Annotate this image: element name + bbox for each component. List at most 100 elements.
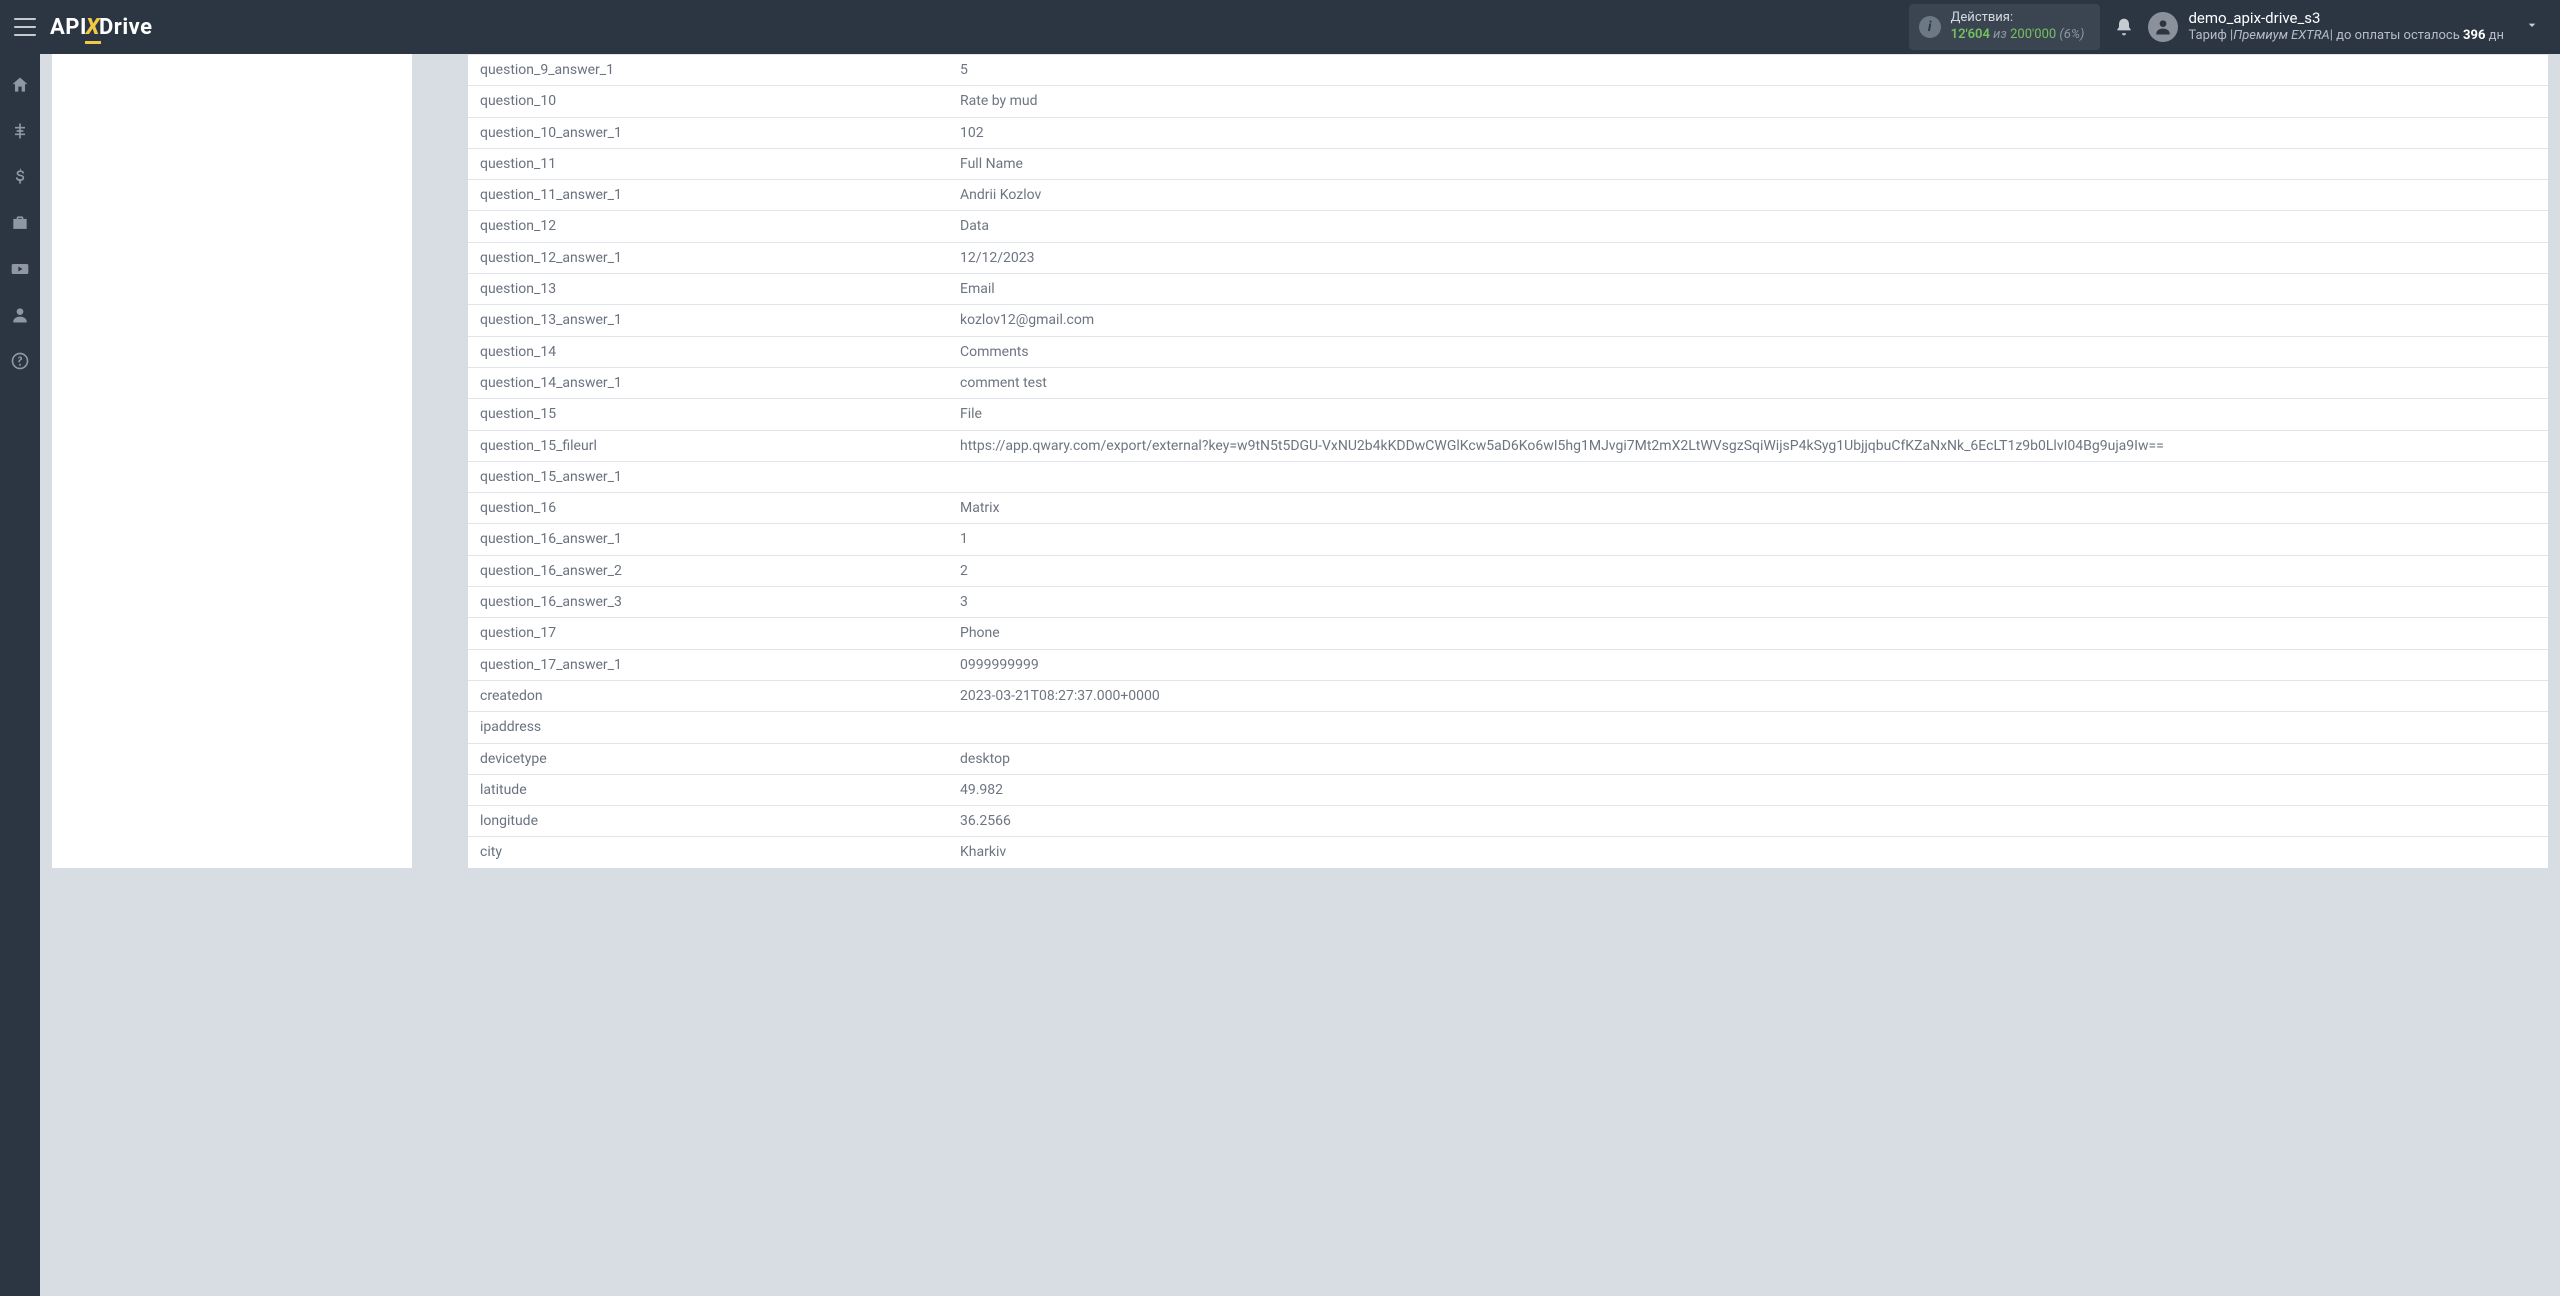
table-row: cityKharkiv xyxy=(468,837,2548,868)
row-value xyxy=(948,461,2548,492)
row-value: Full Name xyxy=(948,148,2548,179)
chevron-down-icon[interactable] xyxy=(2518,17,2546,37)
row-key: question_9_answer_1 xyxy=(468,55,948,86)
left-panel xyxy=(52,54,412,868)
row-value: 5 xyxy=(948,55,2548,86)
row-key: question_15_answer_1 xyxy=(468,461,948,492)
actions-label: Действия: xyxy=(1951,10,2085,27)
briefcase-icon[interactable] xyxy=(9,212,31,234)
tree-icon[interactable] xyxy=(9,120,31,142)
actions-values: 12'604 из 200'000 (6%) xyxy=(1951,27,2085,44)
info-icon: i xyxy=(1919,16,1941,38)
row-key: devicetype xyxy=(468,743,948,774)
row-value: 3 xyxy=(948,587,2548,618)
table-row: devicetypedesktop xyxy=(468,743,2548,774)
user-menu[interactable]: demo_apix-drive_s3 Тариф |Премиум EXTRA|… xyxy=(2148,9,2504,45)
table-row: question_16_answer_22 xyxy=(468,555,2548,586)
row-value: 2023-03-21T08:27:37.000+0000 xyxy=(948,680,2548,711)
user-plan: Тариф |Премиум EXTRA| до оплаты осталось… xyxy=(2188,28,2504,45)
home-icon[interactable] xyxy=(9,74,31,96)
menu-toggle[interactable] xyxy=(14,18,36,36)
row-value: 2 xyxy=(948,555,2548,586)
table-row: question_16Matrix xyxy=(468,493,2548,524)
row-key: question_15_fileurl xyxy=(468,430,948,461)
table-row: question_11_answer_1Andrii Kozlov xyxy=(468,180,2548,211)
row-key: question_11_answer_1 xyxy=(468,180,948,211)
row-value: File xyxy=(948,399,2548,430)
avatar-icon xyxy=(2148,12,2178,42)
content-area: question_9_answer_15question_10Rate by m… xyxy=(40,54,2560,1296)
row-value: Data xyxy=(948,211,2548,242)
row-value xyxy=(948,712,2548,743)
row-key: createdon xyxy=(468,680,948,711)
dollar-icon[interactable] xyxy=(9,166,31,188)
row-value: 49.982 xyxy=(948,774,2548,805)
row-value: Matrix xyxy=(948,493,2548,524)
table-row: latitude49.982 xyxy=(468,774,2548,805)
row-key: latitude xyxy=(468,774,948,805)
table-row: question_15File xyxy=(468,399,2548,430)
data-panel: question_9_answer_15question_10Rate by m… xyxy=(468,54,2548,868)
row-key: question_14_answer_1 xyxy=(468,367,948,398)
row-value: 12/12/2023 xyxy=(948,242,2548,273)
table-row: longitude36.2566 xyxy=(468,806,2548,837)
user-name: demo_apix-drive_s3 xyxy=(2188,9,2504,29)
table-row: question_17_answer_10999999999 xyxy=(468,649,2548,680)
row-value: Kharkiv xyxy=(948,837,2548,868)
table-row: question_15_fileurlhttps://app.qwary.com… xyxy=(468,430,2548,461)
data-table: question_9_answer_15question_10Rate by m… xyxy=(468,54,2548,868)
table-row: question_11Full Name xyxy=(468,148,2548,179)
row-key: question_11 xyxy=(468,148,948,179)
row-value: 36.2566 xyxy=(948,806,2548,837)
row-value: comment test xyxy=(948,367,2548,398)
row-key: longitude xyxy=(468,806,948,837)
table-row: question_15_answer_1 xyxy=(468,461,2548,492)
row-key: city xyxy=(468,837,948,868)
row-value: Phone xyxy=(948,618,2548,649)
row-value: Email xyxy=(948,274,2548,305)
row-key: question_17_answer_1 xyxy=(468,649,948,680)
table-row: createdon2023-03-21T08:27:37.000+0000 xyxy=(468,680,2548,711)
row-key: question_13 xyxy=(468,274,948,305)
actions-usage: i Действия: 12'604 из 200'000 (6%) xyxy=(1909,4,2101,50)
row-value: https://app.qwary.com/export/external?ke… xyxy=(948,430,2548,461)
row-key: question_16 xyxy=(468,493,948,524)
help-icon[interactable] xyxy=(9,350,31,372)
table-row: question_13Email xyxy=(468,274,2548,305)
table-row: question_14_answer_1comment test xyxy=(468,367,2548,398)
table-row: question_12_answer_112/12/2023 xyxy=(468,242,2548,273)
notifications-icon[interactable] xyxy=(2114,17,2134,37)
row-value: 0999999999 xyxy=(948,649,2548,680)
row-key: question_16_answer_3 xyxy=(468,587,948,618)
top-header: APIXDrive i Действия: 12'604 из 200'000 … xyxy=(0,0,2560,54)
table-row: question_16_answer_33 xyxy=(468,587,2548,618)
row-value: Andrii Kozlov xyxy=(948,180,2548,211)
row-key: ipaddress xyxy=(468,712,948,743)
row-value: Rate by mud xyxy=(948,86,2548,117)
logo[interactable]: APIXDrive xyxy=(50,15,153,40)
table-row: ipaddress xyxy=(468,712,2548,743)
row-key: question_12 xyxy=(468,211,948,242)
row-value: Comments xyxy=(948,336,2548,367)
table-row: question_10Rate by mud xyxy=(468,86,2548,117)
table-row: question_9_answer_15 xyxy=(468,55,2548,86)
row-key: question_16_answer_2 xyxy=(468,555,948,586)
table-row: question_16_answer_11 xyxy=(468,524,2548,555)
row-key: question_17 xyxy=(468,618,948,649)
table-row: question_17Phone xyxy=(468,618,2548,649)
table-row: question_14Comments xyxy=(468,336,2548,367)
table-row: question_13_answer_1kozlov12@gmail.com xyxy=(468,305,2548,336)
youtube-icon[interactable] xyxy=(9,258,31,280)
table-row: question_12Data xyxy=(468,211,2548,242)
row-key: question_10_answer_1 xyxy=(468,117,948,148)
row-value: 1 xyxy=(948,524,2548,555)
row-key: question_10 xyxy=(468,86,948,117)
row-value: desktop xyxy=(948,743,2548,774)
row-key: question_14 xyxy=(468,336,948,367)
row-key: question_16_answer_1 xyxy=(468,524,948,555)
user-icon[interactable] xyxy=(9,304,31,326)
row-key: question_12_answer_1 xyxy=(468,242,948,273)
row-key: question_15 xyxy=(468,399,948,430)
row-key: question_13_answer_1 xyxy=(468,305,948,336)
row-value: 102 xyxy=(948,117,2548,148)
